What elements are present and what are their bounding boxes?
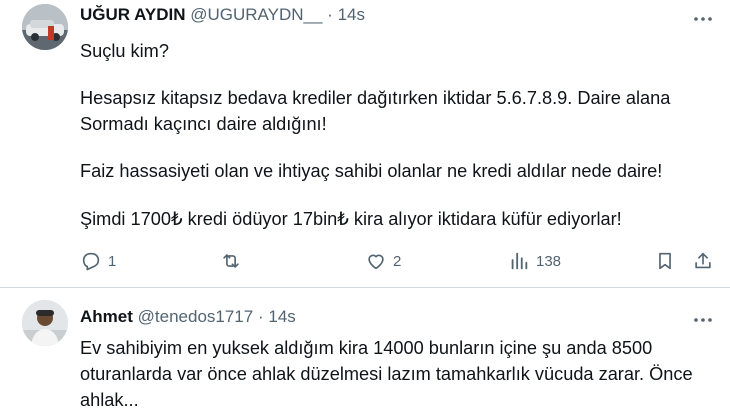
views-icon: [511, 252, 528, 270]
avatar[interactable]: [22, 4, 68, 50]
separator: ·: [327, 5, 333, 24]
author-name[interactable]: Ahmet: [80, 307, 133, 326]
reply-button[interactable]: 1: [80, 250, 116, 272]
share-icon: [695, 252, 711, 269]
tweet-actions: 1 2 138: [80, 248, 720, 276]
retweet-icon: [223, 254, 239, 268]
share-button[interactable]: [692, 250, 714, 272]
more-icon[interactable]: [692, 8, 714, 30]
tweet-text-line: Sormadı kaçıncı daire aldığını!: [80, 114, 327, 134]
views-count: 138: [536, 252, 562, 270]
reply-count: 1: [108, 252, 117, 270]
retweet-button[interactable]: [220, 250, 248, 272]
like-count: 2: [393, 252, 402, 270]
tweet-text-line: Suçlu kim?: [80, 41, 169, 61]
more-icon[interactable]: [692, 309, 714, 331]
author-handle[interactable]: @UGURAYDN__: [190, 5, 322, 24]
tweet[interactable]: UĞUR AYDIN @UGURAYDN__ · 14s Suçlu kim? …: [0, 0, 730, 288]
tweet-text-line: ahlak...: [80, 390, 139, 410]
tweet-header: Ahmet @tenedos1717 · 14s: [80, 307, 296, 327]
tweet-text-line: Şimdi 1700₺ kredi ödüyor 17bin₺ kira alı…: [80, 209, 622, 229]
tweet-text-line: Hesapsız kitapsız bedava krediler dağıtı…: [80, 88, 671, 108]
timestamp[interactable]: 14s: [338, 5, 365, 24]
author-name[interactable]: UĞUR AYDIN: [80, 5, 185, 24]
timestamp[interactable]: 14s: [268, 307, 295, 326]
bookmark-button[interactable]: [654, 250, 676, 272]
like-button[interactable]: 2: [365, 250, 401, 272]
tweet-header: UĞUR AYDIN @UGURAYDN__ · 14s: [80, 5, 365, 25]
separator: ·: [257, 307, 264, 326]
author-handle[interactable]: @tenedos1717: [138, 307, 254, 326]
views-button[interactable]: 138: [508, 250, 561, 272]
bookmark-icon: [659, 252, 671, 270]
heart-icon: [368, 254, 384, 270]
avatar[interactable]: [22, 300, 68, 346]
tweet-text-line: Faiz hassasiyeti olan ve ihtiyaç sahibi …: [80, 161, 663, 181]
tweet-text-line: Ev sahibiyim en yuksek aldığım kira 1400…: [80, 338, 653, 358]
reply-icon: [82, 252, 100, 271]
tweet-text-line: oturanlarda var önce ahlak düzelmesi laz…: [80, 364, 693, 384]
